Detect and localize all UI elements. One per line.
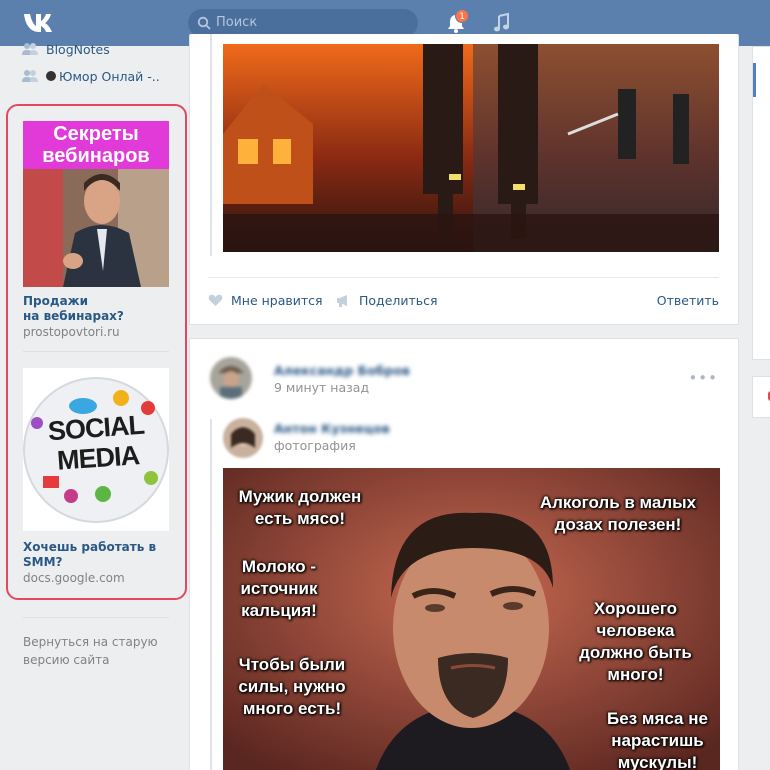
post-actions: Мне нравится Поделиться Ответить <box>208 277 719 319</box>
post-card: Мне нравится Поделиться Ответить <box>189 34 739 325</box>
vk-logo-icon[interactable] <box>22 10 58 36</box>
ad-banner-text: Секреты вебинаров <box>42 123 150 167</box>
heart-icon <box>208 294 223 306</box>
notification-badge: 1 <box>455 9 469 23</box>
meme-caption: Алкоголь в малых дозах полезен! <box>539 493 697 534</box>
right-menu-panel <box>752 46 770 360</box>
ad-banner-webinars[interactable]: Секреты вебинаров <box>23 121 169 287</box>
reply-link[interactable]: Ответить <box>657 293 719 308</box>
meme-photo[interactable]: Мужик должен есть мясо! Алкоголь в малых… <box>223 468 720 770</box>
post-card: Александр Бобров 9 минут назад ••• Антон… <box>189 338 739 770</box>
repost-line <box>210 419 212 770</box>
group-icon <box>22 43 38 55</box>
ad-domain: docs.google.com <box>23 571 125 585</box>
meme-caption: Без мяса не нарастишь мускулы! <box>607 709 708 770</box>
search-box[interactable]: Поиск <box>188 9 418 37</box>
reply-label: Ответить <box>656 293 719 308</box>
group-icon <box>22 70 38 82</box>
sidebar-item-label: BlogNotes <box>46 41 110 57</box>
repost-line <box>210 34 212 256</box>
avatar[interactable] <box>210 357 252 399</box>
share-label: Поделиться <box>359 293 438 308</box>
repost-avatar[interactable] <box>223 418 263 458</box>
ad-banner-social-media[interactable]: SOCIAL MEDIA <box>23 368 169 531</box>
share-button[interactable]: Поделиться <box>336 293 438 308</box>
ad-domain: prostopovtori.ru <box>23 325 120 339</box>
sidebar-item-humor[interactable]: Юмор Онлай -.. <box>22 67 160 85</box>
meme-caption: Чтобы были силы, нужно много есть! <box>238 655 346 718</box>
info-icon <box>46 71 56 81</box>
meme-caption: Хорошего человека должно быть много! <box>579 599 692 684</box>
divider <box>23 351 169 352</box>
divider <box>23 617 169 618</box>
old-version-link[interactable]: Вернуться на старую версию сайта <box>23 633 173 669</box>
more-options-icon[interactable]: ••• <box>688 369 718 387</box>
sidebar-item-label: Юмор Онлай -.. <box>59 68 160 84</box>
sidebar-item-blognotes[interactable]: BlogNotes <box>22 40 110 58</box>
post-author[interactable]: Александр Бобров <box>274 363 410 378</box>
ad-title[interactable]: Хочешь работать в SMM? <box>23 540 156 570</box>
repost-type: фотография <box>274 438 356 453</box>
meme-caption: Мужик должен есть мясо! <box>238 487 362 528</box>
meme-caption: Молоко - источник кальция! <box>240 557 318 620</box>
music-icon[interactable] <box>492 12 512 34</box>
ad-banner-text: SOCIAL MEDIA <box>47 409 145 476</box>
search-icon <box>197 16 211 30</box>
repost-author[interactable]: Антон Кузнецов <box>274 421 390 436</box>
megaphone-icon <box>337 295 347 307</box>
ad-title[interactable]: Продажи на вебинарах? <box>23 294 124 324</box>
search-input[interactable]: Поиск <box>216 15 257 30</box>
post-time[interactable]: 9 минут назад <box>274 380 369 395</box>
like-button[interactable]: Мне нравится <box>208 293 323 308</box>
like-label: Мне нравится <box>231 293 323 308</box>
right-panel <box>752 376 770 418</box>
active-indicator <box>753 63 756 97</box>
post-photo[interactable] <box>223 44 719 252</box>
